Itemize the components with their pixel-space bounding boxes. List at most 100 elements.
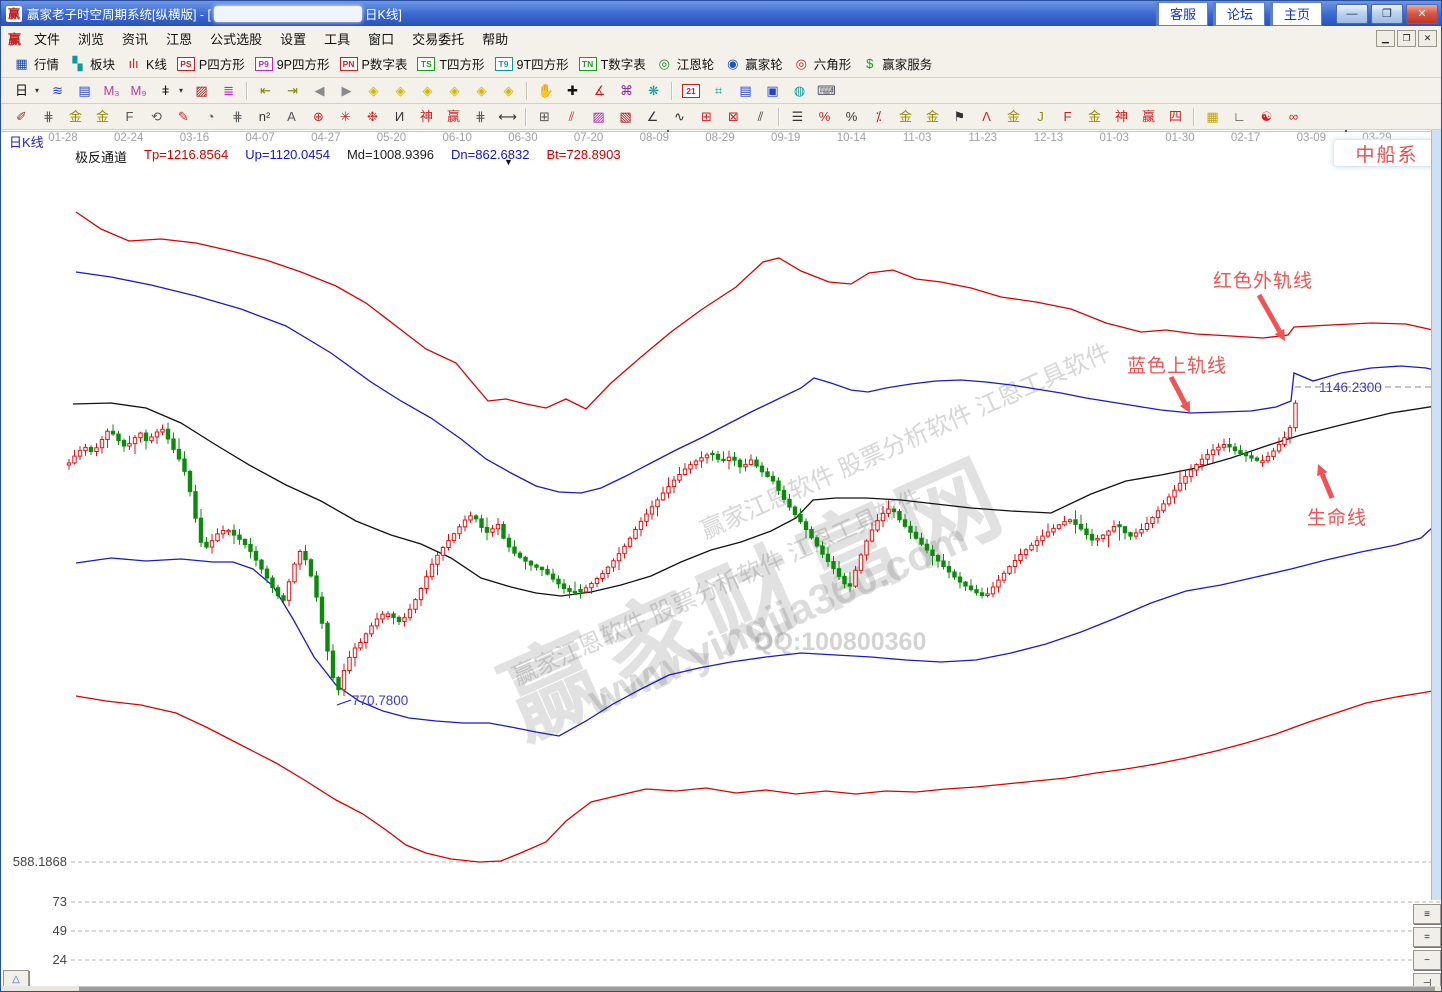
chart-3-button[interactable]: M₃ [98, 82, 125, 100]
chart-9-button[interactable]: M₉ [125, 82, 152, 100]
close-button[interactable]: ✕ [1406, 4, 1438, 24]
fan-box-2-button[interactable]: ▧ [612, 108, 639, 126]
box-tool-button[interactable]: ⊞ [531, 108, 558, 126]
vertical-scrollbar[interactable] [1431, 130, 1441, 900]
hand-tool-button[interactable]: ✋ [532, 82, 559, 100]
percent-line-button[interactable]: ⁒ [865, 108, 892, 126]
win-grid-button[interactable]: 赢 [440, 108, 467, 126]
p-square-button[interactable]: PSP四方形 [172, 53, 250, 74]
mdi-restore-button[interactable]: ❐ [1397, 30, 1416, 47]
menu-trade-entrust[interactable]: 交易委托 [403, 27, 473, 50]
tab-daily-kline[interactable]: 日K线 [9, 132, 44, 151]
minimize-button[interactable]: — [1336, 4, 1368, 24]
angle-lines-button[interactable]: ∠ [639, 108, 666, 126]
volume-profile-button[interactable]: ≣ [215, 82, 242, 100]
calendar-21-button[interactable]: 21 [677, 83, 705, 99]
zoom-out-x-button[interactable]: ◈ [414, 82, 441, 100]
time-dial-button[interactable]: ◔ [197, 108, 224, 126]
wave-marks-button[interactable]: И [386, 108, 413, 126]
gold-section-button[interactable]: 金 [919, 108, 946, 126]
zigzag-wave-button[interactable]: ∿ [666, 108, 693, 126]
percent-tri-button[interactable]: % [811, 108, 838, 126]
fibonacci-f-button[interactable]: F [116, 108, 143, 126]
9p-square-button[interactable]: P99P四方形 [250, 53, 335, 74]
mdi-close-button[interactable]: ✕ [1418, 30, 1437, 47]
j-angle-button[interactable]: J [1027, 108, 1054, 126]
compress-x-button[interactable]: ◈ [468, 82, 495, 100]
count-grid-button[interactable]: ⋕ [467, 108, 494, 126]
menu-help[interactable]: 帮助 [473, 27, 517, 50]
a-line-button[interactable]: A [278, 108, 305, 126]
web-data-button[interactable]: ◍ [786, 82, 813, 100]
gold-angle-2-button[interactable]: 金 [1081, 108, 1108, 126]
menu-file[interactable]: 文件 [25, 27, 69, 50]
9t-square-button[interactable]: T99T四方形 [490, 53, 574, 74]
win-angle-button[interactable]: 赢 [1135, 108, 1162, 126]
parallel-lines-button[interactable]: ⫽ [747, 108, 774, 126]
percent-button[interactable]: % [838, 108, 865, 126]
menu-gann[interactable]: 江恩 [157, 27, 201, 50]
quotes-button[interactable]: ▦行情 [8, 53, 64, 74]
infinity-button[interactable]: ∞ [1280, 108, 1307, 126]
sectors-button[interactable]: ▚板块 [64, 53, 120, 74]
star-grid-button[interactable]: ❉ [359, 108, 386, 126]
homepage-button[interactable]: 主页 [1270, 2, 1322, 26]
t-square-button[interactable]: TST四方形 [412, 53, 489, 74]
region-map-button[interactable]: ▨ [188, 82, 215, 100]
winner-service-button[interactable]: $赢家服务 [856, 53, 937, 74]
menu-formula-stock-pick[interactable]: 公式选股 [201, 27, 271, 50]
menu-window[interactable]: 窗口 [359, 27, 403, 50]
winner-wheel-button[interactable]: ◉赢家轮 [719, 53, 788, 74]
last-page-button[interactable]: ⇥ [279, 82, 306, 100]
brush-tool-button[interactable]: ✐ [8, 108, 35, 126]
menu-tools[interactable]: 工具 [315, 27, 359, 50]
period-day-dropdown-icon[interactable]: ▾ [35, 86, 39, 95]
candle-style-button[interactable]: ǂ▾ [152, 82, 188, 100]
expand-x-button[interactable]: ◈ [495, 82, 522, 100]
price-ladder-button[interactable]: ⋕ [35, 108, 62, 126]
grid-highlight-button[interactable]: ▦ [1199, 108, 1226, 126]
customer-service-button[interactable]: 客服 [1156, 2, 1208, 26]
scale-list-button[interactable]: ☰ [784, 108, 811, 126]
gold-grid-button[interactable]: 金 [89, 108, 116, 126]
overlap-chart-button[interactable]: ≋ [44, 82, 71, 100]
shen-angle-button[interactable]: 神 [1108, 108, 1135, 126]
workstation-button[interactable]: ⌨ [813, 82, 840, 100]
kline-button[interactable]: ılıK线 [120, 53, 172, 74]
horizontal-scrollbar-thumb[interactable] [79, 986, 1435, 992]
shen-grid-button[interactable]: 神 [413, 108, 440, 126]
si-angle-button[interactable]: 四 [1162, 108, 1189, 126]
candle-style-dropdown-icon[interactable]: ▾ [179, 86, 183, 95]
pan-left-button[interactable]: ◈ [360, 82, 387, 100]
save-button[interactable]: ▣ [759, 82, 786, 100]
f-angle-button[interactable]: F [1054, 108, 1081, 126]
t-number-table-button[interactable]: TNT数字表 [574, 53, 651, 74]
horizontal-scrollbar[interactable] [1, 986, 1441, 992]
restore-button[interactable]: ❐ [1371, 4, 1403, 24]
p-number-table-button[interactable]: PNP数字表 [335, 53, 413, 74]
layout-two-rows-button[interactable]: = [1413, 927, 1441, 947]
layout-three-rows-button[interactable]: ≡ [1413, 904, 1441, 924]
next-page-button[interactable]: ▶ [333, 82, 360, 100]
notepad-button[interactable]: ▤ [732, 82, 759, 100]
axes-chart-button[interactable]: ∟ [1226, 108, 1253, 126]
spiral-9-button[interactable]: ⟲ [143, 108, 170, 126]
menu-settings[interactable]: 设置 [271, 27, 315, 50]
n-square-button[interactable]: n² [251, 108, 278, 126]
gold-circle-button[interactable]: 金 [62, 108, 89, 126]
compass-cross-button[interactable]: ⊕ [305, 108, 332, 126]
angle-measure-button[interactable]: ∡ [586, 82, 613, 100]
kline-chart-canvas[interactable]: 01-2802-2403-1604-0704-2705-2006-1006-30… [1, 130, 1442, 992]
gold-section-circle-button[interactable]: 金 [892, 108, 919, 126]
mdi-minimize-button[interactable]: ▁ [1376, 30, 1395, 47]
grid-ladder-button[interactable]: ⋕ [224, 108, 251, 126]
flag-knife-button[interactable]: ⚑ [946, 108, 973, 126]
hexagon-button[interactable]: ◎六角形 [788, 53, 857, 74]
period-day-button[interactable]: 日▾ [8, 82, 44, 100]
grid-red-2-button[interactable]: ⊠ [720, 108, 747, 126]
yinyang-button[interactable]: ☯ [1253, 108, 1280, 126]
gann-wheel-button[interactable]: ◎江恩轮 [651, 53, 720, 74]
chart-pane[interactable]: 赢家财富网 赢家江恩软件 股票分析软件 江恩工具软件 赢家江恩软件 股票分析软件… [1, 130, 1442, 992]
smart-brain-button[interactable]: ❋ [640, 82, 667, 100]
gold-angle-button[interactable]: 金 [1000, 108, 1027, 126]
